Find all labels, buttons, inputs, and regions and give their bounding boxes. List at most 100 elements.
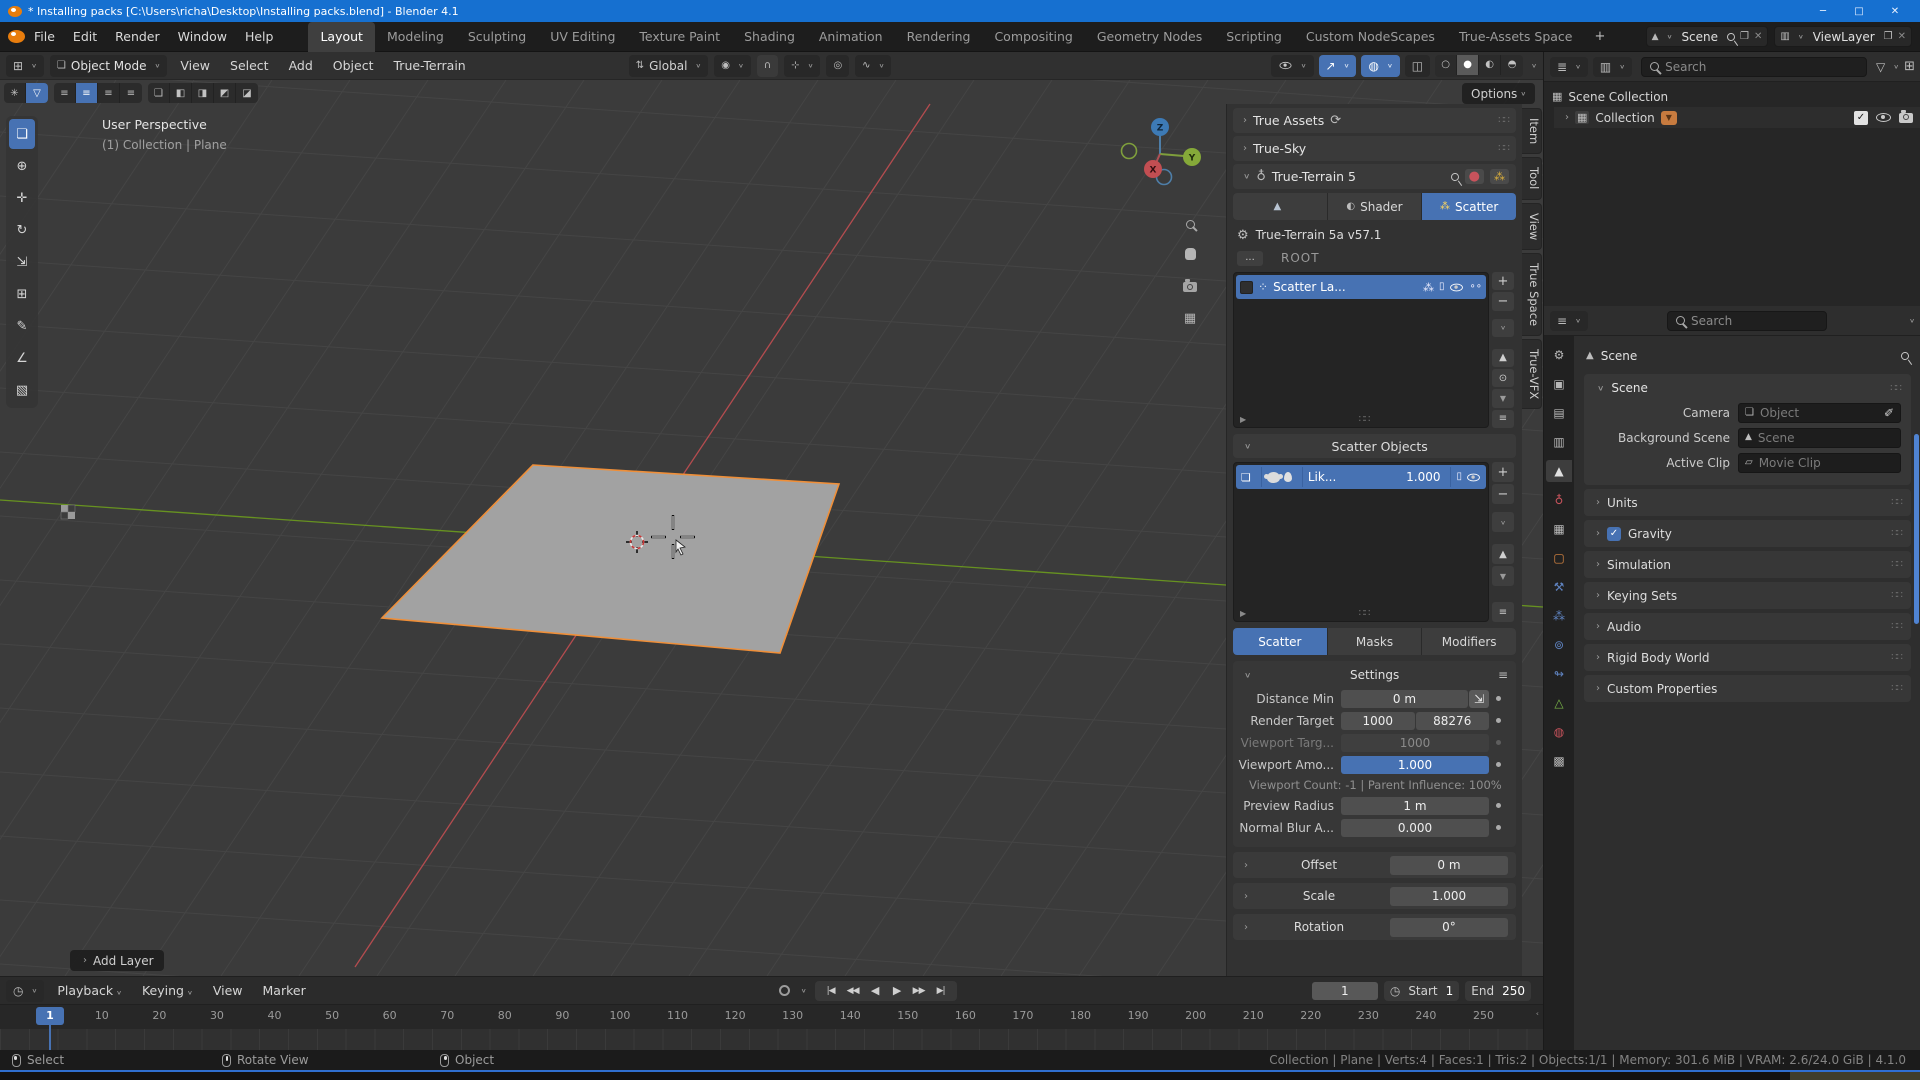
render-dots-icon[interactable]: ∘∘ — [1469, 282, 1482, 292]
frame-tick-170[interactable]: 170 — [1009, 1009, 1037, 1022]
true-sky-section[interactable]: › True-Sky ∷∷ — [1233, 136, 1516, 161]
next-keyframe-button[interactable]: ▶▶ — [909, 986, 929, 996]
tab-shader[interactable]: ◐Shader — [1328, 193, 1423, 220]
frame-tick-80[interactable]: 80 — [491, 1009, 519, 1022]
frame-tick-30[interactable]: 30 — [203, 1009, 231, 1022]
tab-animation[interactable]: Animation — [807, 22, 895, 52]
presets-menu-icon[interactable]: ≡ — [1498, 669, 1508, 681]
properties-tab-view-layer[interactable]: ▥ — [1546, 431, 1572, 453]
animate-dot[interactable] — [1496, 762, 1501, 767]
properties-tab-object[interactable]: ▢ — [1546, 547, 1572, 569]
frame-tick-110[interactable]: 110 — [664, 1009, 692, 1022]
close-icon[interactable]: ✕ — [1898, 31, 1906, 42]
properties-tab-constraints[interactable]: ↬ — [1546, 663, 1572, 685]
blender-menu-icon[interactable] — [8, 30, 25, 43]
frame-tick-220[interactable]: 220 — [1297, 1009, 1325, 1022]
tab-masks[interactable]: Masks — [1328, 628, 1423, 655]
menu-true-terrain[interactable]: True-Terrain — [387, 58, 473, 73]
snap-settings[interactable]: ⊹ ∨ — [784, 55, 820, 77]
object-menu-button[interactable]: ≡ — [1492, 602, 1514, 622]
measure-tool[interactable]: ∠ — [9, 343, 35, 373]
tab-modifiers[interactable]: Modifiers — [1422, 628, 1516, 655]
end-value[interactable]: 250 — [1502, 984, 1525, 998]
ortho-toggle-button[interactable]: ▦ — [1177, 305, 1203, 331]
frame-tick-240[interactable]: 240 — [1412, 1009, 1440, 1022]
transform-orientation[interactable]: ⇅ Global ∨ — [629, 55, 709, 77]
frame-tick-40[interactable]: 40 — [261, 1009, 289, 1022]
properties-tab-render[interactable]: ▣ — [1546, 373, 1572, 395]
scale-value-field[interactable]: 1.000 — [1390, 887, 1508, 906]
viewport-target-field[interactable]: 1000 — [1341, 734, 1489, 752]
collection-row[interactable]: › ▦ Collection ▼ ✓ — [1554, 107, 1920, 128]
material-preview-icon[interactable]: ● — [1465, 169, 1484, 184]
chevron-down-icon[interactable]: ∨ — [1909, 317, 1915, 324]
tab-layout[interactable]: Layout — [308, 22, 375, 52]
layer-checkbox[interactable] — [1240, 281, 1253, 294]
frame-tick-130[interactable]: 130 — [779, 1009, 807, 1022]
remove-object-button[interactable]: − — [1492, 484, 1514, 504]
frame-tick-50[interactable]: 50 — [318, 1009, 346, 1022]
true-assets-section[interactable]: › True Assets ⟳ ∷∷ — [1233, 108, 1516, 133]
gravity-checkbox[interactable]: ✓ — [1607, 527, 1621, 541]
properties-tab-object-data[interactable]: △ — [1546, 692, 1572, 714]
select-op-extend[interactable]: ◧ — [170, 83, 192, 103]
add-layer-button[interactable]: + — [1492, 272, 1514, 290]
side-tab-true-vfx[interactable]: True-VFX — [1522, 339, 1542, 409]
start-value[interactable]: 1 — [1446, 984, 1454, 998]
section-custom-properties[interactable]: ›Custom Properties∷∷ — [1584, 675, 1911, 702]
snap-toggle[interactable]: ∩ — [757, 55, 778, 77]
auto-key-button[interactable] — [779, 985, 790, 996]
section-rigid-body-world[interactable]: ›Rigid Body World∷∷ — [1584, 644, 1911, 671]
particles-icon[interactable]: ⁂ — [1423, 282, 1434, 293]
select-mode-1[interactable]: ≡ — [54, 83, 76, 103]
disable-render-icon[interactable] — [1899, 113, 1913, 123]
cursor-tool[interactable]: ⊕ — [9, 151, 35, 181]
stopwatch-icon[interactable]: ◷ — [1390, 985, 1400, 997]
tab-geometry-nodes[interactable]: Geometry Nodes — [1085, 22, 1214, 52]
distance-picker-button[interactable]: ⇲ — [1469, 690, 1489, 708]
expand-icon[interactable]: ▶ — [1240, 416, 1246, 424]
grip-icon[interactable]: ∷∷ — [1498, 143, 1509, 154]
chevron-down-icon[interactable]: ∨ — [1531, 62, 1537, 69]
section-units[interactable]: ›Units∷∷ — [1584, 489, 1911, 516]
grip-icon[interactable]: ∷∷ — [1359, 608, 1370, 619]
pin-icon[interactable] — [1899, 350, 1910, 361]
properties-tab-world[interactable]: ♁ — [1546, 489, 1572, 511]
menu-view[interactable]: View — [173, 58, 217, 73]
section-audio[interactable]: ›Audio∷∷ — [1584, 613, 1911, 640]
close-button[interactable]: ✕ — [1878, 6, 1912, 17]
pan-button[interactable] — [1177, 241, 1203, 267]
instances-icon[interactable]: ▯ — [1439, 282, 1445, 292]
transform-tool[interactable]: ⊞ — [9, 279, 35, 309]
move-tool[interactable]: ✛ — [9, 183, 35, 213]
rotation-value-field[interactable]: 0° — [1390, 918, 1508, 937]
outliner-display-mode[interactable]: ≣ ∨ — [1550, 57, 1588, 77]
properties-tab-scene[interactable]: ▲ — [1546, 460, 1572, 482]
active-clip-field[interactable]: ▱ Movie Clip — [1738, 453, 1901, 473]
refresh-icon[interactable]: ⟳ — [1330, 114, 1341, 127]
scene-selector[interactable]: ▲ ∨ Scene ❐ ✕ — [1646, 26, 1769, 47]
grip-icon[interactable]: ∷∷ — [1498, 115, 1509, 126]
layer-menu-button[interactable]: ≡ — [1492, 410, 1514, 428]
menu-view[interactable]: View — [206, 983, 250, 998]
overlays-toggle[interactable]: ◍ ∨ — [1361, 55, 1399, 77]
animate-dot[interactable] — [1496, 740, 1501, 745]
eyedropper-icon[interactable]: ✐ — [1884, 407, 1894, 419]
camera-view-button[interactable] — [1177, 274, 1203, 300]
expand-icon[interactable]: ▶ — [1240, 610, 1246, 618]
copy-icon[interactable]: ❐ — [1884, 31, 1893, 42]
side-tab-true-space[interactable]: True Space — [1522, 253, 1542, 336]
tab-true-assets-space[interactable]: True-Assets Space — [1447, 22, 1585, 52]
add-object-button[interactable]: + — [1492, 462, 1514, 482]
scale-tool[interactable]: ⇲ — [9, 247, 35, 277]
filter-icon[interactable]: ▽ — [26, 83, 48, 103]
move-layer-down-button[interactable]: ▼ — [1492, 389, 1514, 407]
camera-field[interactable]: ❏ Object ✐ — [1738, 403, 1901, 423]
jump-to-start-button[interactable]: |◀ — [821, 986, 841, 996]
pin-icon[interactable] — [1449, 171, 1460, 182]
animate-dot[interactable] — [1496, 696, 1501, 701]
frame-tick-150[interactable]: 150 — [894, 1009, 922, 1022]
frame-tick-160[interactable]: 160 — [951, 1009, 979, 1022]
editor-type-selector[interactable]: ⊞ ∨ — [6, 55, 44, 77]
scatter-objects-header[interactable]: ∨ Scatter Objects — [1233, 434, 1516, 458]
